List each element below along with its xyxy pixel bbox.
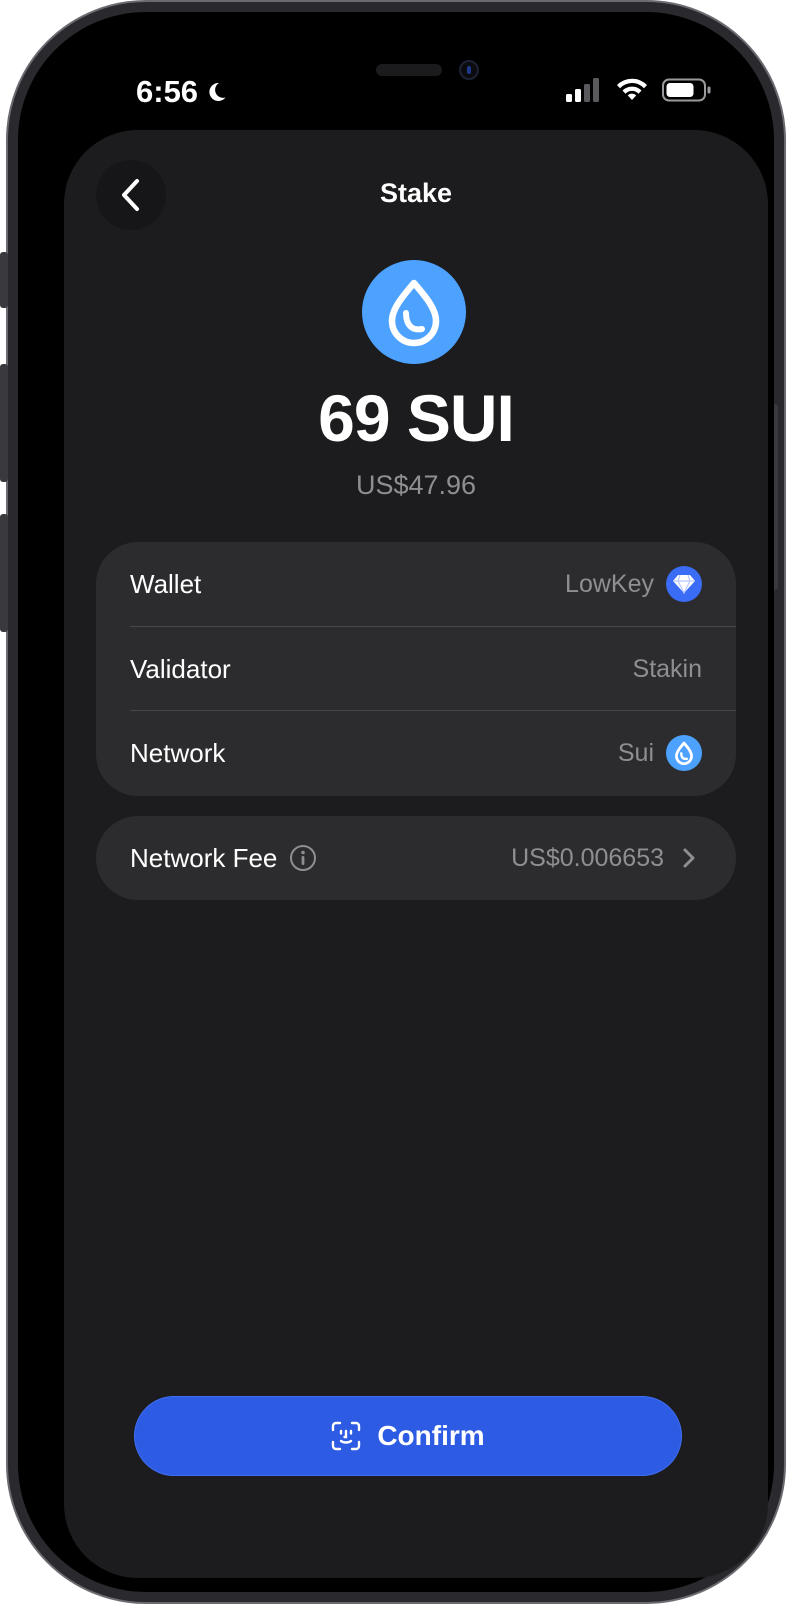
cellular-signal-icon [566, 78, 599, 102]
network-fee-label: Network Fee [130, 842, 278, 873]
action-button [0, 252, 8, 308]
wallet-row: Wallet LowKey [130, 542, 702, 626]
network-fee-row[interactable]: Network Fee US$0.006653 [130, 816, 702, 900]
sui-network-icon [666, 735, 702, 771]
network-fee-value-group: US$0.006653 [511, 844, 702, 873]
front-camera [459, 60, 479, 80]
network-fee-card[interactable]: Network Fee US$0.006653 [96, 816, 736, 900]
status-bar-time: 6:56 [136, 74, 228, 110]
volume-up-button [0, 364, 8, 482]
info-icon[interactable] [289, 844, 317, 872]
wallet-value: LowKey [565, 569, 654, 598]
network-value: Sui [617, 738, 654, 767]
sui-drop-icon [388, 279, 440, 347]
fiat-value: US$47.96 [355, 470, 477, 500]
status-bar-indicators [566, 78, 712, 102]
validator-label: Validator [130, 653, 231, 684]
device-frame: 6:56 Stake 69 SUI US$47.96 Wallet LowKey… [0, 0, 786, 1604]
chevron-right-icon [683, 848, 695, 868]
validator-value: Stakin [632, 654, 702, 683]
wifi-icon [617, 78, 647, 100]
network-value-group: Sui [618, 735, 702, 771]
network-row: Network Sui [130, 711, 702, 795]
page-title: Stake [379, 178, 453, 208]
token-logo [362, 260, 466, 364]
volume-down-button [0, 514, 8, 632]
time-text: 6:56 [136, 74, 199, 109]
network-label: Network [130, 737, 226, 768]
face-id-icon [332, 1421, 361, 1451]
diamond-icon [666, 566, 702, 602]
moon-icon [209, 82, 226, 101]
bezel: 6:56 Stake 69 SUI US$47.96 Wallet LowKey… [18, 12, 774, 1592]
details-card: Wallet LowKey Validator Stakin Network S… [96, 542, 736, 796]
wallet-label: Wallet [130, 568, 202, 599]
network-fee-value: US$0.006653 [511, 843, 664, 872]
earpiece [376, 64, 442, 76]
network-fee-label-group: Network Fee [130, 843, 317, 874]
confirm-button[interactable]: Confirm [134, 1396, 682, 1476]
battery-icon [662, 78, 711, 102]
stake-amount: 69 SUI [318, 381, 515, 455]
app-screen: Stake 69 SUI US$47.96 Wallet LowKey Vali… [64, 130, 768, 1578]
confirm-label: Confirm [377, 1420, 485, 1451]
wallet-value-group: LowKey [565, 566, 702, 602]
validator-row: Validator Stakin [130, 627, 702, 711]
